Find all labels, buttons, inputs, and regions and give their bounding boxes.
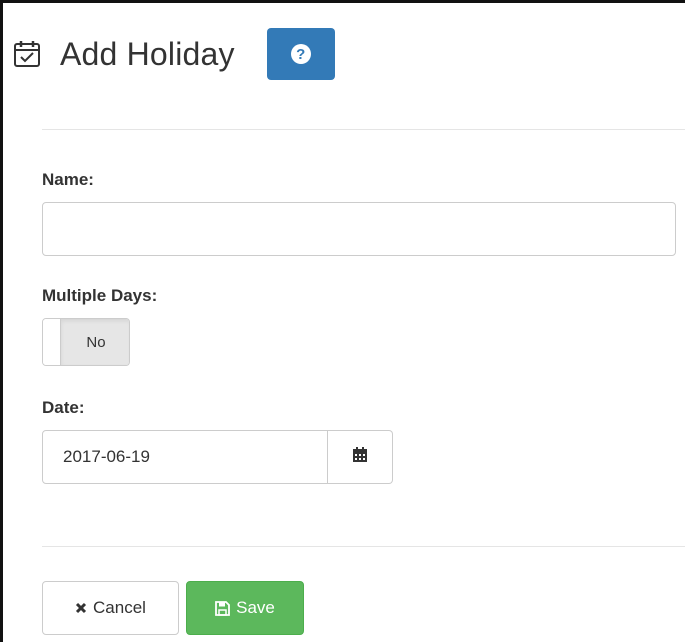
name-field[interactable] [42, 202, 676, 256]
question-circle-icon: ? [290, 44, 311, 64]
page-title: Add Holiday [60, 35, 235, 72]
multiple-days-toggle[interactable]: No [42, 318, 130, 366]
modal-header: Add Holiday ? [12, 24, 335, 84]
save-button[interactable]: Save [186, 581, 304, 635]
calendar-check-icon [12, 39, 42, 69]
cancel-label: Cancel [93, 598, 146, 617]
window-frame-top [0, 0, 685, 3]
window-frame-left [0, 0, 3, 642]
calendar-icon [352, 446, 368, 468]
date-picker [42, 430, 393, 484]
help-button[interactable]: ? [266, 28, 335, 80]
floppy-disk-icon [215, 600, 231, 616]
date-label: Date: [42, 398, 85, 417]
date-field[interactable] [42, 430, 328, 484]
header-divider [42, 129, 685, 130]
multiple-days-label: Multiple Days: [42, 286, 158, 305]
name-label: Name: [42, 170, 94, 189]
times-icon [75, 602, 87, 614]
toggle-handle [43, 319, 61, 365]
toggle-off-label: No [61, 319, 129, 365]
footer-divider [42, 546, 685, 547]
cancel-button[interactable]: Cancel [42, 581, 179, 635]
date-picker-button[interactable] [328, 430, 393, 484]
save-label: Save [236, 598, 275, 617]
